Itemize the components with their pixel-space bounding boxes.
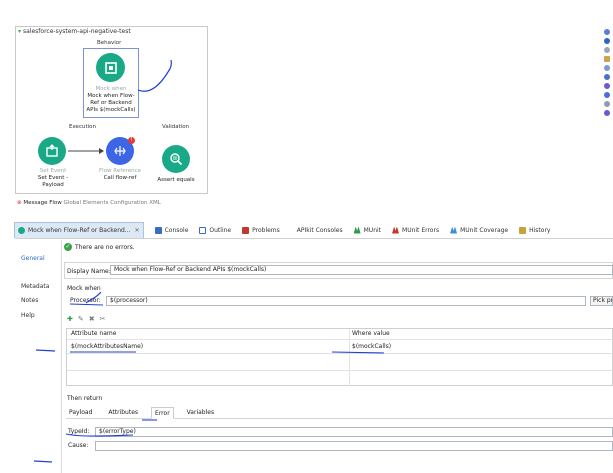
validation-label: Validation <box>162 124 190 130</box>
palette-icon-1[interactable] <box>604 29 610 35</box>
pick-processor-button[interactable]: Pick pro <box>590 296 613 306</box>
success-icon: ✓ <box>64 243 72 251</box>
table-toolbar: ✚ ✎ ✖ ✂ <box>67 315 106 323</box>
assert-caption: Assert equals <box>157 177 195 183</box>
column-where-value[interactable]: Where value <box>352 329 390 339</box>
tab-munit-coverage[interactable]: MUnit Coverage <box>450 226 508 234</box>
execution-label: Execution <box>69 124 96 130</box>
cell-where-value[interactable]: $(mockCalls) <box>352 343 391 350</box>
flow-arrow <box>68 148 104 154</box>
set-event-caption: Set Event - Payload <box>37 175 69 188</box>
then-return-tabs: Payload Attributes Error Variables <box>66 406 613 419</box>
subtab-error[interactable]: Error <box>151 406 174 419</box>
set-event-type-label: Set Event <box>39 168 67 174</box>
munit-coverage-icon <box>450 226 458 234</box>
clear-icon[interactable]: ✂ <box>100 315 106 323</box>
cause-label: Cause: <box>68 442 89 449</box>
palette-icon-8[interactable] <box>604 92 610 98</box>
processor-label: Processor: <box>70 297 101 304</box>
mock-when-tab-icon <box>18 227 25 234</box>
subtab-variables[interactable]: Variables <box>184 407 217 419</box>
mock-when-section-label: Mock when <box>67 285 101 292</box>
tab-console[interactable]: Console <box>154 226 188 234</box>
cell-attribute-name[interactable]: $(mockAttributesName) <box>71 343 143 350</box>
nav-metadata[interactable]: Metadata <box>21 283 49 290</box>
type-id-input[interactable]: $(errorType) <box>95 427 613 437</box>
tab-mock-when[interactable]: Mock when Flow-Ref or Backend... ✕ <box>14 222 144 238</box>
collapse-triangle-icon[interactable]: ▾ <box>18 28 21 35</box>
mock-when-caption: Mock when Flow- Ref or Backend APIs $(mo… <box>86 93 136 113</box>
delete-icon[interactable]: ✖ <box>89 315 95 323</box>
palette-icon-3[interactable] <box>604 47 610 53</box>
tab-outline[interactable]: Outline <box>199 226 231 234</box>
close-icon[interactable]: ✕ <box>135 227 140 234</box>
palette-icon-6[interactable] <box>604 74 610 80</box>
problems-icon <box>242 226 250 234</box>
add-icon[interactable]: ✚ <box>67 315 73 323</box>
processor-input[interactable]: $(processor) <box>106 296 586 306</box>
palette-icon-2[interactable] <box>604 38 610 44</box>
tab-munit-errors[interactable]: MUnit Errors <box>392 226 439 234</box>
munit-errors-icon <box>392 226 400 234</box>
nav-notes[interactable]: Notes <box>21 297 38 304</box>
tab-configuration-xml[interactable]: Configuration XML <box>110 200 161 206</box>
flow-name: salesforce-system-api-negative-test <box>23 28 131 35</box>
display-name-label: Display Name: <box>67 268 111 275</box>
set-event-icon[interactable] <box>38 137 66 165</box>
palette-icon-7[interactable] <box>604 83 610 89</box>
nav-help[interactable]: Help <box>21 312 35 319</box>
canvas-tabs: ⊗ Message Flow Global Elements Configura… <box>17 200 161 206</box>
mock-when-type-label: Mock when <box>95 86 127 92</box>
subtab-attributes[interactable]: Attributes <box>105 407 141 419</box>
error-badge-icon: ! <box>128 137 135 144</box>
assert-icon[interactable] <box>162 145 190 173</box>
nav-general[interactable]: General <box>21 255 45 262</box>
tab-munit[interactable]: MUnit <box>353 226 381 234</box>
tab-message-flow[interactable]: Message Flow <box>23 200 61 206</box>
flow-title[interactable]: ▾ salesforce-system-api-negative-test <box>18 28 131 35</box>
tab-problems[interactable]: Problems <box>242 226 280 234</box>
tab-history[interactable]: History <box>519 226 550 234</box>
subtab-payload[interactable]: Payload <box>66 407 95 419</box>
palette-icon-5[interactable] <box>604 65 610 71</box>
status-message: There are no errors. <box>75 244 135 251</box>
palette-strip <box>601 26 613 206</box>
outline-icon <box>199 226 207 234</box>
mock-when-icon[interactable] <box>96 53 125 82</box>
behavior-label: Behavior <box>97 40 122 46</box>
palette-icon-10[interactable] <box>604 110 610 116</box>
history-icon <box>519 226 527 234</box>
flow-reference-type-label: Flow Reference <box>99 168 141 174</box>
column-attribute-name[interactable]: Attribute name <box>71 329 116 339</box>
palette-icon-4[interactable] <box>604 56 610 62</box>
properties-side-nav: General Metadata Notes Help <box>15 240 62 473</box>
type-id-label: TypeId: <box>68 428 90 435</box>
attributes-table: Attribute name Where value $(mockAttribu… <box>66 328 613 386</box>
tab-global-elements[interactable]: Global Elements <box>64 200 109 206</box>
palette-icon-9[interactable] <box>604 101 610 107</box>
then-return-label: Then return <box>67 395 103 402</box>
flow-reference-caption: Call flow-ref <box>103 175 137 181</box>
console-icon <box>154 226 162 234</box>
tab-apikit-consoles[interactable]: APIkit Consoles <box>297 227 343 234</box>
display-name-input[interactable]: Mock when Flow-Ref or Backend APIs $(moc… <box>110 265 613 275</box>
error-icon: ⊗ <box>17 200 22 206</box>
cause-input[interactable] <box>95 441 613 451</box>
edit-icon[interactable]: ✎ <box>78 315 84 323</box>
view-tabbar: Mock when Flow-Ref or Backend... ✕ Consol… <box>14 222 613 239</box>
munit-icon <box>353 226 361 234</box>
